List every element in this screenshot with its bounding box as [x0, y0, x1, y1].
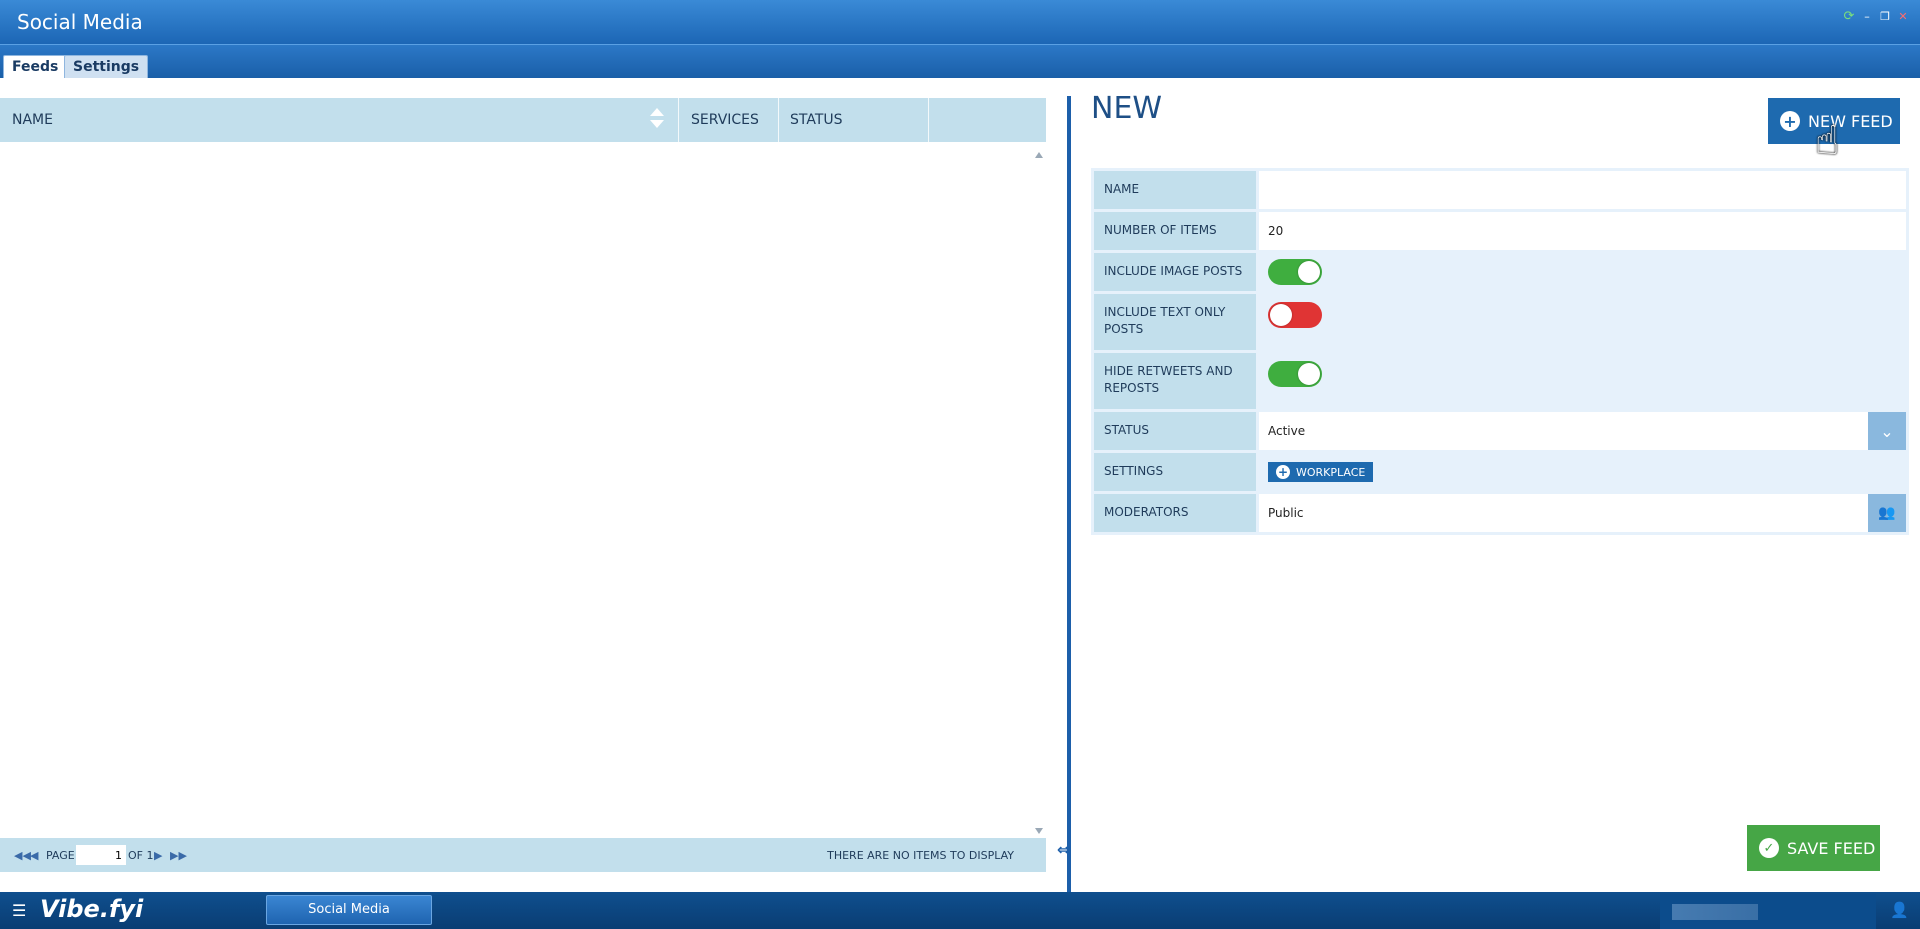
field-label: INCLUDE IMAGE POSTS	[1094, 253, 1256, 291]
toggle-container	[1259, 294, 1906, 350]
chevron-down-icon[interactable]: ⌄	[1868, 412, 1906, 450]
window-controls: ⟳ – ❐ ✕	[1842, 10, 1910, 24]
scroll-up-icon[interactable]	[1035, 152, 1043, 158]
feeds-grid: NAME SERVICES STATUS ◀◀ ◀ PAGE OF 1 ▶ ▶▶…	[0, 78, 1046, 892]
field-label: MODERATORS	[1094, 494, 1256, 532]
page-number-input[interactable]	[76, 845, 126, 865]
toggle-container	[1259, 353, 1906, 409]
hide-retweets-toggle[interactable]	[1268, 361, 1322, 387]
hamburger-icon[interactable]: ☰	[12, 901, 26, 920]
toggle-container	[1259, 253, 1906, 291]
status-value: Active	[1268, 424, 1306, 438]
field-label: NAME	[1094, 171, 1256, 209]
tab-feeds[interactable]: Feeds	[3, 55, 68, 79]
field-row-moderators: MODERATORS Public 👥	[1094, 494, 1906, 532]
user-area[interactable]	[1660, 894, 1876, 929]
tab-strip: Feeds Settings	[0, 44, 1920, 79]
page-count-label: OF 1	[128, 849, 154, 862]
user-name-redacted	[1672, 904, 1758, 920]
pager: ◀◀ ◀ PAGE OF 1 ▶ ▶▶ THERE ARE NO ITEMS T…	[0, 838, 1046, 872]
grid-header: NAME SERVICES STATUS	[0, 98, 1046, 142]
plus-circle-icon: +	[1276, 465, 1290, 479]
number-of-items-input[interactable]: 20	[1259, 212, 1906, 250]
vibe-logo[interactable]: Vibe.fyi	[40, 895, 143, 923]
column-divider[interactable]	[778, 98, 779, 142]
tab-settings[interactable]: Settings	[64, 55, 149, 79]
settings-container: + WORKPLACE	[1259, 453, 1906, 491]
prev-page-icon[interactable]: ◀	[30, 849, 38, 862]
title-bar: Social Media ⟳ – ❐ ✕	[0, 0, 1920, 44]
column-header-services[interactable]: SERVICES	[691, 98, 759, 142]
field-row-status: STATUS Active ⌄	[1094, 412, 1906, 450]
check-circle-icon: ✓	[1759, 838, 1779, 858]
include-text-only-posts-toggle[interactable]	[1268, 302, 1322, 328]
field-label: STATUS	[1094, 412, 1256, 450]
save-feed-label: SAVE FEED	[1787, 838, 1876, 858]
hand-cursor-icon: ☝	[1815, 118, 1840, 164]
save-feed-button[interactable]: ✓ SAVE FEED	[1747, 825, 1880, 871]
column-header-name[interactable]: NAME	[12, 98, 53, 142]
field-row-hide-retweets: HIDE RETWEETS AND REPOSTS	[1094, 353, 1906, 409]
field-row-name: NAME	[1094, 171, 1906, 209]
grid-body	[0, 142, 1046, 838]
window-title: Social Media	[17, 10, 143, 34]
scroll-down-icon[interactable]	[1035, 828, 1043, 834]
plus-circle-icon: +	[1780, 111, 1800, 131]
moderators-value: Public	[1268, 506, 1304, 520]
next-page-icon[interactable]: ▶	[154, 849, 162, 862]
field-row-include-text-only-posts: INCLUDE TEXT ONLY POSTS	[1094, 294, 1906, 350]
column-divider[interactable]	[928, 98, 929, 142]
refresh-icon[interactable]: ⟳	[1842, 10, 1856, 24]
field-label: INCLUDE TEXT ONLY POSTS	[1094, 294, 1256, 350]
minimize-icon[interactable]: –	[1860, 10, 1874, 24]
workplace-button[interactable]: + WORKPLACE	[1268, 462, 1374, 482]
field-row-settings: SETTINGS + WORKPLACE	[1094, 453, 1906, 491]
field-row-number-of-items: NUMBER OF ITEMS 20	[1094, 212, 1906, 250]
vertical-scrollbar[interactable]	[1032, 148, 1046, 838]
field-label: NUMBER OF ITEMS	[1094, 212, 1256, 250]
form-title: NEW	[1091, 91, 1163, 126]
taskbar: ☰ Vibe.fyi Social Media 👤	[0, 892, 1920, 929]
name-input[interactable]	[1259, 171, 1906, 209]
moderators-field[interactable]: Public 👥	[1259, 494, 1906, 532]
restore-icon[interactable]: ❐	[1878, 10, 1892, 24]
taskbar-app-social-media[interactable]: Social Media	[266, 895, 432, 925]
last-page-icon[interactable]: ▶▶	[170, 849, 187, 862]
column-header-status[interactable]: STATUS	[790, 98, 843, 142]
feed-form: NAME NUMBER OF ITEMS 20 INCLUDE IMAGE PO…	[1091, 168, 1909, 535]
empty-message: THERE ARE NO ITEMS TO DISPLAY	[827, 849, 1014, 862]
splitter-icon[interactable]: ⇔	[1057, 840, 1070, 859]
column-divider[interactable]	[678, 98, 679, 142]
page-label: PAGE	[46, 849, 75, 862]
include-image-posts-toggle[interactable]	[1268, 259, 1322, 285]
users-icon[interactable]: 👥	[1868, 494, 1906, 532]
field-row-include-image-posts: INCLUDE IMAGE POSTS	[1094, 253, 1906, 291]
workplace-label: WORKPLACE	[1296, 465, 1366, 479]
field-label: SETTINGS	[1094, 453, 1256, 491]
field-label: HIDE RETWEETS AND REPOSTS	[1094, 353, 1256, 409]
first-page-icon[interactable]: ◀◀	[14, 849, 31, 862]
panel-splitter[interactable]	[1067, 96, 1071, 892]
status-select[interactable]: Active ⌄	[1259, 412, 1906, 450]
user-settings-icon[interactable]: 👤	[1890, 901, 1909, 919]
close-icon[interactable]: ✕	[1896, 10, 1910, 24]
